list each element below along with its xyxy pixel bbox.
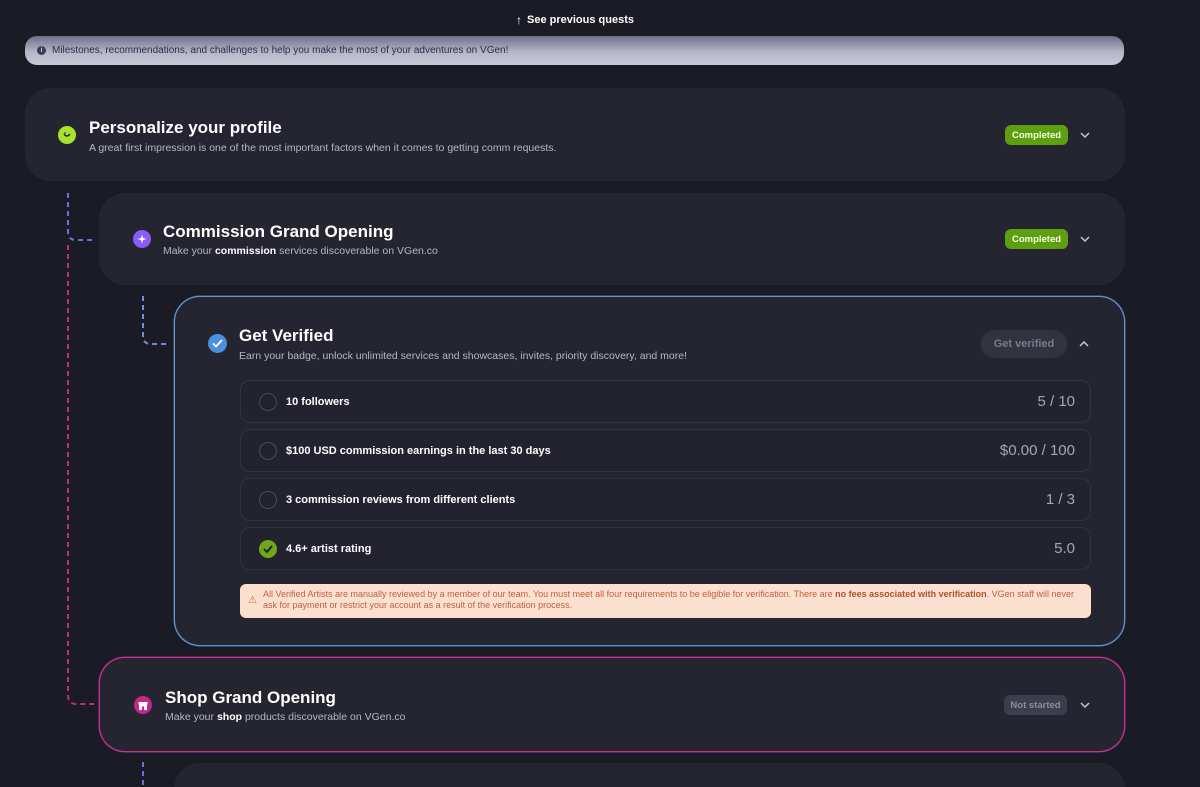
warning-icon: ⚠ bbox=[248, 595, 257, 606]
info-banner-text: Milestones, recommendations, and challen… bbox=[52, 45, 509, 56]
unchecked-circle-icon bbox=[259, 442, 277, 460]
unchecked-circle-icon bbox=[259, 393, 277, 411]
arrow-up-icon: ↑ bbox=[516, 13, 522, 27]
shop-icon bbox=[134, 696, 152, 714]
requirement-label: 4.6+ artist rating bbox=[286, 543, 372, 555]
quest-card-get-verified[interactable]: Get Verified Earn your badge, unlock unl… bbox=[174, 296, 1125, 646]
quest-description: Make your shop products discoverable on … bbox=[165, 711, 406, 723]
requirement-label: 10 followers bbox=[286, 396, 350, 408]
get-verified-button[interactable]: Get verified bbox=[981, 330, 1067, 358]
info-icon: i bbox=[37, 46, 46, 55]
quest-card-next[interactable] bbox=[174, 763, 1125, 787]
quest-card-personalize[interactable]: Personalize your profile A great first i… bbox=[25, 88, 1125, 181]
see-previous-label: See previous quests bbox=[527, 14, 634, 26]
quest-description: Earn your badge, unlock unlimited servic… bbox=[239, 350, 688, 362]
requirement-item: 10 followers 5 / 10 bbox=[240, 380, 1091, 423]
requirement-item: 4.6+ artist rating 5.0 bbox=[240, 527, 1091, 570]
status-badge: Completed bbox=[1005, 229, 1068, 249]
chevron-up-icon[interactable] bbox=[1077, 337, 1091, 351]
quest-description: Make your commission services discoverab… bbox=[163, 245, 438, 257]
status-badge: Completed bbox=[1005, 125, 1068, 145]
quest-card-shop[interactable]: Shop Grand Opening Make your shop produc… bbox=[99, 657, 1125, 752]
see-previous-quests-link[interactable]: ↑ See previous quests bbox=[0, 13, 1150, 27]
smile-icon bbox=[58, 126, 76, 144]
sparkle-icon bbox=[133, 230, 151, 248]
requirement-progress: 1 / 3 bbox=[1045, 491, 1075, 508]
quest-title: Commission Grand Opening bbox=[163, 222, 394, 241]
requirement-item: 3 commission reviews from different clie… bbox=[240, 478, 1091, 521]
requirement-progress: $0.00 / 100 bbox=[999, 442, 1075, 459]
chevron-down-icon[interactable] bbox=[1078, 698, 1092, 712]
quest-description: A great first impression is one of the m… bbox=[89, 142, 557, 154]
chevron-down-icon[interactable] bbox=[1078, 232, 1092, 246]
verification-notice: ⚠ All Verified Artists are manually revi… bbox=[240, 584, 1091, 618]
requirement-item: $100 USD commission earnings in the last… bbox=[240, 429, 1091, 472]
checkmark-badge-icon bbox=[208, 334, 227, 353]
requirement-label: $100 USD commission earnings in the last… bbox=[286, 445, 551, 457]
requirement-label: 3 commission reviews from different clie… bbox=[286, 494, 516, 506]
quest-title: Shop Grand Opening bbox=[165, 688, 336, 707]
quest-card-commission[interactable]: Commission Grand Opening Make your commi… bbox=[99, 193, 1125, 285]
quest-title: Get Verified bbox=[239, 326, 334, 345]
quest-title: Personalize your profile bbox=[89, 118, 282, 137]
check-circle-icon bbox=[259, 540, 277, 558]
info-banner: i Milestones, recommendations, and chall… bbox=[25, 36, 1124, 65]
requirement-progress: 5.0 bbox=[1054, 540, 1075, 557]
requirement-progress: 5 / 10 bbox=[1037, 393, 1075, 410]
chevron-down-icon[interactable] bbox=[1078, 128, 1092, 142]
unchecked-circle-icon bbox=[259, 491, 277, 509]
status-badge: Not started bbox=[1004, 695, 1067, 715]
